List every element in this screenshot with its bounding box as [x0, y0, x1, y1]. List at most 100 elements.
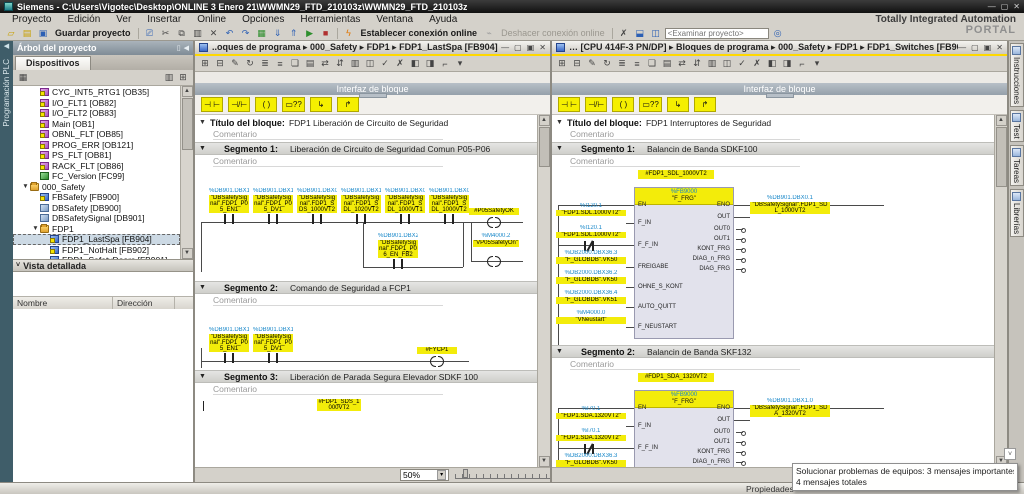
- modify-icon[interactable]: ◨: [780, 57, 794, 70]
- fbd-operand[interactable]: %I120.1 "FDP1.SDL.1000VT2": [556, 203, 626, 216]
- go-online-button[interactable]: Establecer conexión online: [358, 28, 481, 38]
- toggle-comments-icon[interactable]: ❏: [645, 57, 659, 70]
- sort-icon[interactable]: ▦: [16, 71, 30, 84]
- ladder-coil[interactable]: #FYCP1: [417, 347, 457, 354]
- collapse-title-icon[interactable]: ▼: [556, 119, 563, 126]
- print-icon[interactable]: ⎚: [143, 27, 157, 40]
- block-title[interactable]: FDP1 Liberación de Circuito de Seguridad: [289, 118, 448, 128]
- open-project-icon[interactable]: ▤: [20, 27, 34, 40]
- collapse-strip-icon[interactable]: ◀: [4, 41, 9, 53]
- monitor-on-icon[interactable]: ✓: [735, 57, 749, 70]
- ladder-contact[interactable]: %DB901.DBX1.1 "DBSafetySignal".FDP1_SDL_…: [341, 188, 381, 224]
- editor-scrollbar[interactable]: ▲ ▼: [537, 115, 550, 467]
- tree-item[interactable]: PROG_ERR [OB121]: [13, 140, 180, 151]
- block-comment[interactable]: Comentario: [213, 129, 443, 140]
- ladder-contact[interactable]: %DB901.DBX0.0 "DBSafetySignal".FDP1_SDL_…: [385, 188, 425, 224]
- scroll-down-icon[interactable]: ▼: [182, 248, 193, 259]
- fbd-operand[interactable]: %DB2000.DBX36.3 "F_GLOBDB".VK50: [556, 250, 626, 264]
- fbd-operand[interactable]: %DB2000.DBX36.2 "F_GLOBDB".VK50: [556, 270, 626, 284]
- menu-item[interactable]: Online: [189, 13, 234, 26]
- call-structure-icon[interactable]: ⌐: [438, 57, 452, 70]
- tree-item[interactable]: FC_Version [FC99]: [13, 171, 180, 182]
- block-interface-bar[interactable]: Interfaz de bloque: [195, 83, 550, 95]
- ladder-contact-branch[interactable]: %DB901.DBX2.1 "DBSafetySignal".FDP1_P06_…: [378, 233, 418, 269]
- editor-title-bar[interactable]: … [CPU 414F-3 PN/DP] ▸ Bloques de progra…: [552, 41, 1007, 56]
- tree-item[interactable]: OBNL_FLT [OB85]: [13, 129, 180, 140]
- paste-icon[interactable]: ▥: [191, 27, 205, 40]
- segment-1-header[interactable]: ▼ Segmento 1: Liberación de Circuito de …: [195, 142, 537, 155]
- tree-item[interactable]: FBSafety [FB900]: [13, 192, 180, 203]
- side-tab[interactable]: Test: [1010, 110, 1024, 142]
- fbd-operand[interactable]: %I70.1 "FDP1.SDA.1320VT2": [556, 406, 626, 419]
- update-block-icon[interactable]: ◫: [363, 57, 377, 70]
- rename-icon[interactable]: ✎: [228, 57, 242, 70]
- refresh-icon[interactable]: ↻: [600, 57, 614, 70]
- side-tab[interactable]: Tareas: [1010, 145, 1024, 186]
- tree-item[interactable]: Main [OB1]: [13, 119, 180, 130]
- menu-item[interactable]: Insertar: [139, 13, 189, 26]
- tree-item[interactable]: DBSafety [DB900]: [13, 203, 180, 214]
- float-panel-icon[interactable]: ▯: [177, 44, 181, 52]
- scroll-up-icon[interactable]: ▲: [539, 115, 550, 126]
- absolute-operands-icon[interactable]: ⇄: [318, 57, 332, 70]
- coil-symbol[interactable]: [488, 217, 500, 227]
- zoom-select[interactable]: 50% ▾: [400, 469, 449, 481]
- tree-item[interactable]: FDP1_LastSpa [FB904]: [13, 234, 180, 245]
- segment-2-header[interactable]: ▼ Segmento 2: Balancin de Banda SKF132: [552, 345, 994, 358]
- ladder-contact[interactable]: %DB901.DBX0.2 "DBSafetySignal".FDP1_SDS_…: [297, 188, 337, 224]
- fb-instance-label[interactable]: #FDP1_SDL_1000VT2: [638, 170, 714, 179]
- ladder-contact[interactable]: %DB901.DBX1.5 "DBSafetySignal".FDP1_P05_…: [209, 188, 249, 224]
- delete-network-icon[interactable]: ⊟: [213, 57, 227, 70]
- search-project-input[interactable]: [665, 28, 769, 39]
- show-favorites-icon[interactable]: ▤: [303, 57, 317, 70]
- open-branch-icon[interactable]: ↳: [667, 97, 689, 112]
- split-horizontal-icon[interactable]: ⬓: [633, 27, 647, 40]
- segment-comment[interactable]: Comentario: [570, 156, 800, 167]
- side-tab[interactable]: Instrucciones: [1010, 43, 1024, 107]
- go-offline-icon[interactable]: ⌁: [482, 27, 496, 40]
- chevron-down-icon[interactable]: ▾: [437, 470, 446, 480]
- ladder-operand[interactable]: #FDP1_SDS_1000VT2: [317, 399, 361, 411]
- column-nombre[interactable]: Nombre: [13, 297, 113, 309]
- scroll-thumb[interactable]: [182, 98, 193, 150]
- ladder-contact[interactable]: %DB901.DBX1.6 "DBSafetySignal".FDP1_P05_…: [253, 327, 293, 363]
- side-tab[interactable]: Librerías: [1010, 189, 1024, 237]
- nc-contact-icon[interactable]: ⊣/⊢: [585, 97, 607, 112]
- modify-icon[interactable]: ◨: [423, 57, 437, 70]
- segment-comment[interactable]: Comentario: [213, 384, 443, 395]
- column-direccion[interactable]: Dirección: [113, 297, 175, 309]
- editor-title-bar[interactable]: ..oques de programa ▸ 000_Safety ▸ FDP1 …: [195, 41, 550, 56]
- insert-network-icon[interactable]: ⊞: [555, 57, 569, 70]
- column-view-icon[interactable]: ▥: [162, 71, 176, 84]
- refresh-icon[interactable]: ↻: [243, 57, 257, 70]
- start-cpu-icon[interactable]: ▶: [303, 27, 317, 40]
- ladder-coil-2[interactable]: %M4000.2 "VP05SafetyOn": [473, 233, 519, 247]
- fbd-operand[interactable]: %DB901.DBX0.1 "DBSafetySignal".FDP1_SDL_…: [750, 195, 830, 214]
- no-contact-icon[interactable]: ⊣ ⊢: [558, 97, 580, 112]
- segment-comment[interactable]: Comentario: [570, 359, 800, 370]
- fbd-operand[interactable]: %DB2000.DBX36.4 "F_GLOBDB".VK51: [556, 290, 626, 304]
- maximize-button[interactable]: ▣: [984, 43, 992, 52]
- menu-item[interactable]: Ventana: [368, 13, 421, 26]
- expand-networks-icon[interactable]: ≣: [615, 57, 629, 70]
- save-project-icon[interactable]: ▣: [36, 27, 50, 40]
- update-block-icon[interactable]: ◫: [720, 57, 734, 70]
- breadcrumb[interactable]: … [CPU 414F-3 PN/DP] ▸ Bloques de progra…: [569, 42, 958, 53]
- menu-item[interactable]: Ver: [108, 13, 139, 26]
- fb-block[interactable]: %FB9000 "F_FRG": [634, 187, 734, 339]
- scroll-up-icon[interactable]: ▲: [996, 115, 1007, 126]
- monitor-off-icon[interactable]: ✗: [393, 57, 407, 70]
- segment-comment[interactable]: Comentario: [213, 295, 443, 306]
- tree-item[interactable]: FDP1_NotHalt [FB902]: [13, 245, 180, 256]
- nc-contact-icon[interactable]: ⊣/⊢: [228, 97, 250, 112]
- new-folder-icon[interactable]: ⊞: [176, 71, 190, 84]
- tree-item[interactable]: ▼ 000_Safety: [13, 182, 180, 193]
- scroll-up-icon[interactable]: ▲: [182, 86, 193, 97]
- zoom-slider[interactable]: [455, 471, 550, 479]
- close-branch-icon[interactable]: ↱: [337, 97, 359, 112]
- block-title[interactable]: FDP1 Interruptores de Seguridad: [646, 118, 771, 128]
- settings-icon[interactable]: ▾: [810, 57, 824, 70]
- free-comments-icon[interactable]: ▥: [348, 57, 362, 70]
- upload-from-device-icon[interactable]: ⇑: [287, 27, 301, 40]
- fbd-operand[interactable]: %DB901.DBX1.0 "DBSafetySignal".FDP1_SDA_…: [750, 398, 830, 417]
